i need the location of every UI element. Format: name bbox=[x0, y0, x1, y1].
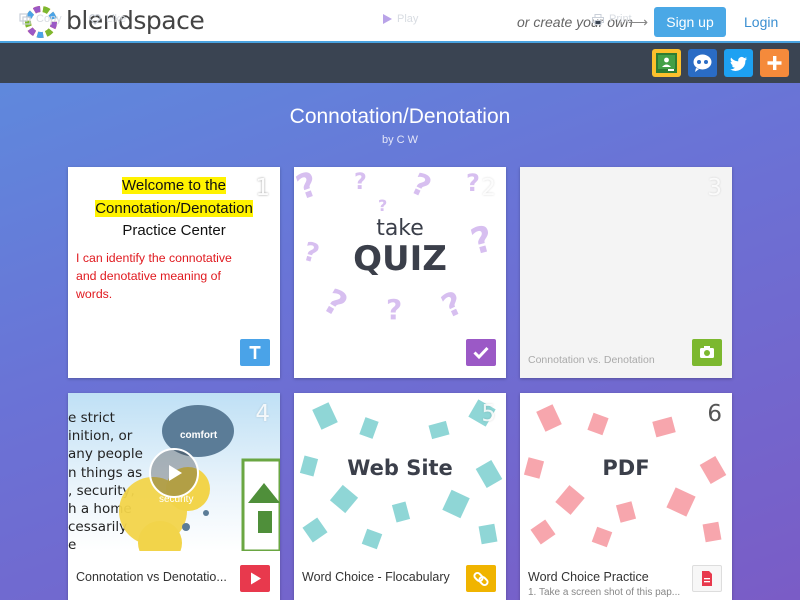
svg-text:?: ? bbox=[354, 170, 367, 195]
cloud-label: security bbox=[159, 494, 194, 505]
twitter-button[interactable] bbox=[724, 49, 753, 77]
tile-number: 4 bbox=[255, 401, 270, 427]
google-classroom-button[interactable] bbox=[652, 49, 681, 77]
print-label: Print bbox=[609, 13, 632, 25]
video-type-badge bbox=[240, 565, 270, 592]
add-button[interactable] bbox=[760, 49, 789, 77]
welcome-heading-line: Practice Center bbox=[122, 222, 226, 239]
copy-label: Copy bbox=[36, 13, 62, 25]
svg-text:?: ? bbox=[386, 293, 402, 325]
text-type-badge bbox=[240, 339, 270, 366]
text-preview: Welcome to the Connotation/Denotation Pr… bbox=[68, 167, 280, 317]
pdf-type-badge bbox=[692, 565, 722, 592]
tile-number: 1 bbox=[255, 175, 270, 201]
website-thumbnail: Web Site bbox=[294, 393, 506, 551]
quiz-thumb-text: take bbox=[376, 216, 424, 241]
camera-icon bbox=[700, 346, 714, 358]
objective-text-line: I can identify the connotative bbox=[76, 251, 232, 265]
tile-number: 5 bbox=[481, 401, 496, 427]
quiz-thumbnail: ? ? ? ? ? ? ? ? ? ? take QUIZ bbox=[294, 167, 506, 325]
objective-text-line: words. bbox=[76, 287, 113, 301]
tile-number: 6 bbox=[707, 401, 722, 427]
tile-card-1[interactable]: Welcome to the Connotation/Denotation Pr… bbox=[68, 167, 280, 378]
like-button[interactable]: Like bbox=[89, 13, 126, 25]
print-button[interactable]: Print bbox=[592, 13, 632, 25]
login-link[interactable]: Login bbox=[744, 14, 778, 30]
svg-text:?: ? bbox=[294, 167, 323, 208]
text-type-icon bbox=[249, 346, 261, 359]
tile-caption: Connotation vs Denotatio... bbox=[76, 570, 227, 584]
tile-card-6[interactable]: PDF 6 Word Choice Practice 1. Take a scr… bbox=[520, 393, 732, 600]
video-thumbnail: e strict inition, or any people n things… bbox=[68, 393, 280, 551]
remind-button[interactable] bbox=[688, 49, 717, 77]
welcome-heading-line: Welcome to the bbox=[122, 177, 226, 194]
printer-icon bbox=[592, 13, 604, 25]
play-icon bbox=[383, 14, 392, 24]
pdf-thumb-label: PDF bbox=[602, 456, 650, 480]
svg-text:?: ? bbox=[436, 283, 469, 325]
signup-button[interactable]: Sign up bbox=[654, 7, 726, 37]
svg-text:?: ? bbox=[466, 169, 480, 197]
svg-text:?: ? bbox=[317, 281, 354, 325]
cloud-label: comfort bbox=[180, 430, 218, 441]
checkmark-icon bbox=[473, 346, 489, 360]
quiz-thumb-text: QUIZ bbox=[353, 239, 447, 279]
pdf-thumbnail: PDF bbox=[520, 393, 732, 551]
google-classroom-icon bbox=[656, 53, 677, 73]
copy-button[interactable]: Copy bbox=[19, 13, 62, 25]
svg-text:?: ? bbox=[378, 196, 387, 215]
play-icon[interactable] bbox=[166, 464, 184, 482]
tile-subcaption: 1. Take a screen shot of this pap... bbox=[528, 587, 681, 598]
like-label: Like bbox=[106, 13, 127, 25]
twitter-icon bbox=[730, 56, 747, 71]
objective-text-line: and denotative meaning of bbox=[76, 269, 221, 283]
tile-caption: Word Choice Practice bbox=[528, 570, 649, 584]
brand-name[interactable]: blendspace bbox=[66, 6, 205, 35]
remind-icon bbox=[693, 54, 712, 72]
tile-card-2[interactable]: ? ? ? ? ? ? ? ? ? ? take QUIZ 2 bbox=[294, 167, 506, 378]
lesson-author[interactable]: by C W bbox=[0, 134, 800, 146]
play-label: Play bbox=[397, 13, 419, 25]
heart-icon bbox=[89, 13, 101, 25]
svg-text:?: ? bbox=[406, 167, 437, 206]
link-icon bbox=[473, 571, 489, 587]
image-type-badge bbox=[692, 339, 722, 366]
lesson-title: Connotation/Denotation bbox=[289, 105, 511, 128]
tile-caption: Connotation vs. Denotation bbox=[528, 354, 655, 366]
tile-card-4[interactable]: e strict inition, or any people n things… bbox=[68, 393, 280, 600]
tile-number: 3 bbox=[707, 175, 722, 201]
copy-icon bbox=[19, 13, 31, 25]
website-thumb-label: Web Site bbox=[347, 456, 453, 480]
tile-card-5[interactable]: Web Site 5 Word Choice - Flocabulary bbox=[294, 393, 506, 600]
tile-number: 2 bbox=[481, 175, 496, 201]
play-button[interactable]: Play bbox=[383, 13, 418, 25]
tile-card-3[interactable]: 3 Connotation vs. Denotation bbox=[520, 167, 732, 378]
tile-caption: Word Choice - Flocabulary bbox=[302, 570, 450, 584]
welcome-heading-line: Connotation/Denotation bbox=[95, 199, 253, 217]
plus-icon bbox=[767, 56, 782, 70]
pdf-file-icon bbox=[702, 571, 712, 586]
video-play-icon bbox=[251, 572, 261, 585]
quiz-type-badge bbox=[466, 339, 496, 366]
link-type-badge bbox=[466, 565, 496, 592]
